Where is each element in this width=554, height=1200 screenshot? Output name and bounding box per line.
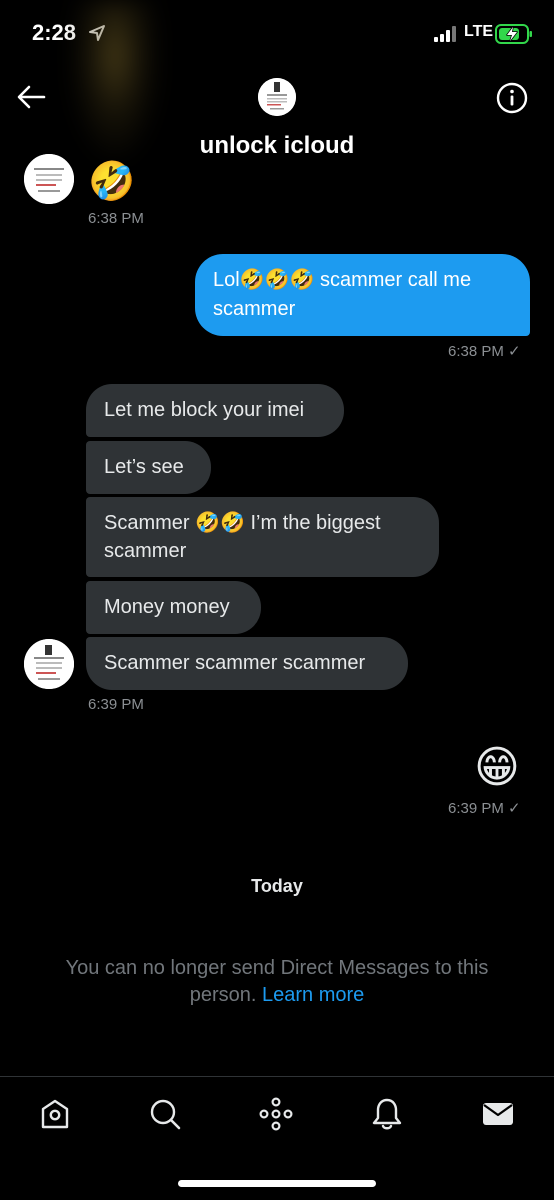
battery-charging-icon [495,24,532,44]
avatar-thumbnail-icon [24,154,74,204]
network-type: LTE [464,23,494,40]
incoming-message-bubble[interactable]: Let’s see [86,441,211,494]
date-divider-label: Today [251,876,303,896]
cellular-signal-icon [434,26,456,42]
info-icon[interactable] [496,82,528,114]
dm-restriction-notice: You can no longer send Direct Messages t… [30,955,524,1009]
incoming-message-bubble[interactable]: Money money [86,581,261,634]
sender-avatar[interactable] [24,154,74,204]
message-emoji[interactable]: 🤣 [88,160,135,204]
spaces-icon[interactable] [259,1097,293,1131]
incoming-message-bubble[interactable]: Scammer scammer scammer [86,637,408,690]
bottom-nav-divider [0,1076,554,1077]
outgoing-emoji-message[interactable]: 😁 [474,740,520,796]
notifications-icon[interactable] [370,1097,404,1131]
message-timestamp: 6:38 PM [88,210,144,227]
avatar-thumbnail-icon [24,639,74,689]
learn-more-link[interactable]: Learn more [262,984,364,1006]
home-icon[interactable] [38,1097,72,1131]
incoming-message-bubble[interactable]: Scammer 🤣🤣 I’m the biggest scammer [86,497,439,577]
messages-icon[interactable] [481,1097,515,1131]
back-arrow-icon[interactable] [16,84,46,110]
avatar-thumbnail-icon [258,78,296,116]
incoming-message-bubble[interactable]: Let me block your imei [86,384,344,437]
search-icon[interactable] [148,1097,182,1131]
sender-avatar[interactable] [24,639,74,689]
timestamp-text: 6:38 PM ✓ [448,343,521,360]
header-avatar[interactable] [258,78,296,116]
message-timestamp: 6:39 PM [88,696,144,713]
message-timestamp: 6:39 PM ✓ [448,800,521,817]
message-timestamp: 6:38 PM ✓ [448,342,521,360]
conversation-title[interactable]: unlock icloud [0,132,554,160]
outgoing-message-bubble[interactable]: Lol🤣🤣🤣 scammer call me scammer [195,254,530,336]
home-indicator [178,1180,376,1187]
